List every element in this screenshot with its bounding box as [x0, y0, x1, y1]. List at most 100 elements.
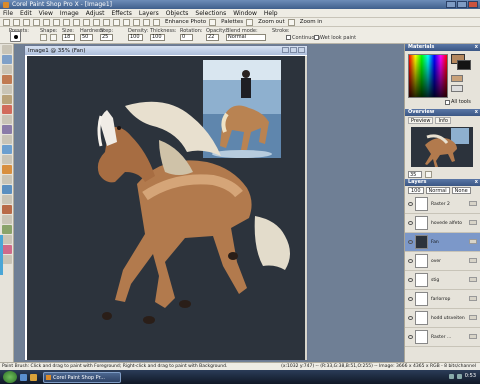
close-icon[interactable]: x	[475, 44, 478, 51]
eye-icon[interactable]	[408, 240, 413, 244]
crop-tool-icon[interactable]	[2, 85, 12, 94]
brush-preset-picker[interactable]	[10, 31, 21, 42]
round-shape-button[interactable]	[40, 34, 47, 41]
step-field[interactable]: 25	[100, 34, 113, 41]
menu-file[interactable]: File	[3, 10, 13, 17]
eye-icon[interactable]	[408, 297, 413, 301]
straighten-tool-icon[interactable]	[2, 95, 12, 104]
menu-adjust[interactable]: Adjust	[86, 10, 105, 17]
density-field[interactable]: 100	[128, 34, 143, 41]
layer-blend-select[interactable]: Normal	[425, 187, 450, 194]
menu-window[interactable]: Window	[233, 10, 257, 17]
clone-brush-icon[interactable]	[2, 115, 12, 124]
menu-image[interactable]: Image	[60, 10, 79, 17]
rotation-field[interactable]: 0	[180, 34, 193, 41]
red-eye-tool-icon[interactable]	[2, 105, 12, 114]
new-icon[interactable]	[3, 18, 10, 26]
image-minimize-button[interactable]	[282, 47, 289, 53]
layer-lock-icon[interactable]	[469, 277, 477, 282]
shape-tool-icon[interactable]	[2, 185, 12, 194]
layer-row[interactable]: Fan	[405, 233, 480, 252]
zoom-in-icon[interactable]	[287, 18, 295, 26]
image-canvas[interactable]	[27, 56, 305, 360]
layer-row[interactable]: farlorrop	[405, 290, 480, 309]
layer-link-select[interactable]: None	[451, 187, 471, 194]
menu-edit[interactable]: Edit	[20, 10, 32, 17]
grid-icon[interactable]	[113, 18, 120, 26]
menu-objects[interactable]: Objects	[166, 10, 189, 17]
selection-tool-icon[interactable]	[2, 65, 12, 74]
text-tool-icon[interactable]	[2, 175, 12, 184]
start-button[interactable]	[3, 371, 17, 383]
print-icon[interactable]	[33, 18, 40, 26]
layer-row[interactable]: hodd utsveiten	[405, 309, 480, 328]
tab-info[interactable]: Info	[435, 117, 451, 124]
zoom-apply-icon[interactable]	[425, 170, 432, 178]
close-icon[interactable]: x	[475, 179, 478, 186]
wet-look-checkbox[interactable]	[314, 35, 319, 40]
pick-tool-icon[interactable]	[2, 55, 12, 64]
menu-selections[interactable]: Selections	[195, 10, 226, 17]
overview-thumbnail[interactable]	[411, 127, 473, 167]
zoom-in-button[interactable]: Zoom in	[300, 19, 323, 25]
chevron-down-icon[interactable]	[209, 18, 217, 26]
square-shape-button[interactable]	[50, 34, 57, 41]
close-icon[interactable]: x	[475, 109, 478, 116]
tab-preview[interactable]: Preview	[408, 117, 434, 124]
layer-row[interactable]: over	[405, 252, 480, 271]
menu-help[interactable]: Help	[264, 10, 278, 17]
volume-icon[interactable]	[456, 373, 462, 379]
paste-icon[interactable]	[83, 18, 90, 26]
layer-lock-icon[interactable]	[469, 258, 477, 263]
color-spectrum[interactable]	[408, 54, 448, 98]
open-icon[interactable]	[13, 18, 20, 26]
undo-icon[interactable]	[43, 18, 50, 26]
eye-icon[interactable]	[408, 202, 413, 206]
eye-icon[interactable]	[408, 278, 413, 282]
art-media-icon[interactable]	[2, 225, 12, 234]
pen-tool-icon[interactable]	[2, 195, 12, 204]
layer-lock-icon[interactable]	[469, 201, 477, 206]
pan-tool-icon[interactable]	[2, 45, 12, 54]
menu-effects[interactable]: Effects	[111, 10, 131, 17]
layer-row[interactable]: Raster ...	[405, 328, 480, 347]
run-icon[interactable]	[103, 18, 110, 26]
image-maximize-button[interactable]	[290, 47, 297, 53]
layer-row[interactable]: hovede alfeto	[405, 214, 480, 233]
paint-brush-icon[interactable]	[2, 125, 12, 134]
thickness-field[interactable]: 100	[150, 34, 165, 41]
picture-tube-icon[interactable]	[2, 215, 12, 224]
zoom-field[interactable]: 35	[408, 170, 422, 178]
switch-windows-icon[interactable]	[30, 373, 37, 381]
menu-layers[interactable]: Layers	[139, 10, 159, 17]
show-desktop-icon[interactable]	[20, 373, 27, 381]
eye-icon[interactable]	[408, 221, 413, 225]
copy-icon[interactable]	[73, 18, 80, 26]
eye-icon[interactable]	[408, 259, 413, 263]
close-button[interactable]	[468, 1, 478, 8]
background-material-swatch[interactable]	[451, 85, 463, 92]
layer-lock-icon[interactable]	[469, 239, 477, 244]
script-icon[interactable]	[93, 18, 100, 26]
eraser-tool-icon[interactable]	[2, 135, 12, 144]
smudge-tool-icon[interactable]	[2, 165, 12, 174]
dodge-tool-icon[interactable]	[2, 155, 12, 164]
redo-icon[interactable]	[53, 18, 60, 26]
layer-row[interactable]: stig	[405, 271, 480, 290]
layer-lock-icon[interactable]	[469, 296, 477, 301]
menu-view[interactable]: View	[39, 10, 53, 17]
enhance-photo-button[interactable]: Enhance Photo	[165, 19, 206, 25]
layer-row[interactable]: Raster 2	[405, 195, 480, 214]
minimize-button[interactable]	[446, 1, 456, 8]
warp-brush-icon[interactable]	[2, 205, 12, 214]
vertical-scrollbar[interactable]	[305, 56, 307, 360]
size-field[interactable]: 18	[62, 34, 75, 41]
crop-icon[interactable]	[133, 18, 140, 26]
eye-icon[interactable]	[408, 335, 413, 339]
layer-lock-icon[interactable]	[469, 315, 477, 320]
pencil-tool-icon[interactable]	[2, 255, 12, 264]
all-tools-checkbox[interactable]	[445, 100, 450, 105]
maximize-button[interactable]	[457, 1, 467, 8]
layer-opacity-field[interactable]: 100	[408, 187, 424, 194]
resize-icon[interactable]	[143, 18, 150, 26]
